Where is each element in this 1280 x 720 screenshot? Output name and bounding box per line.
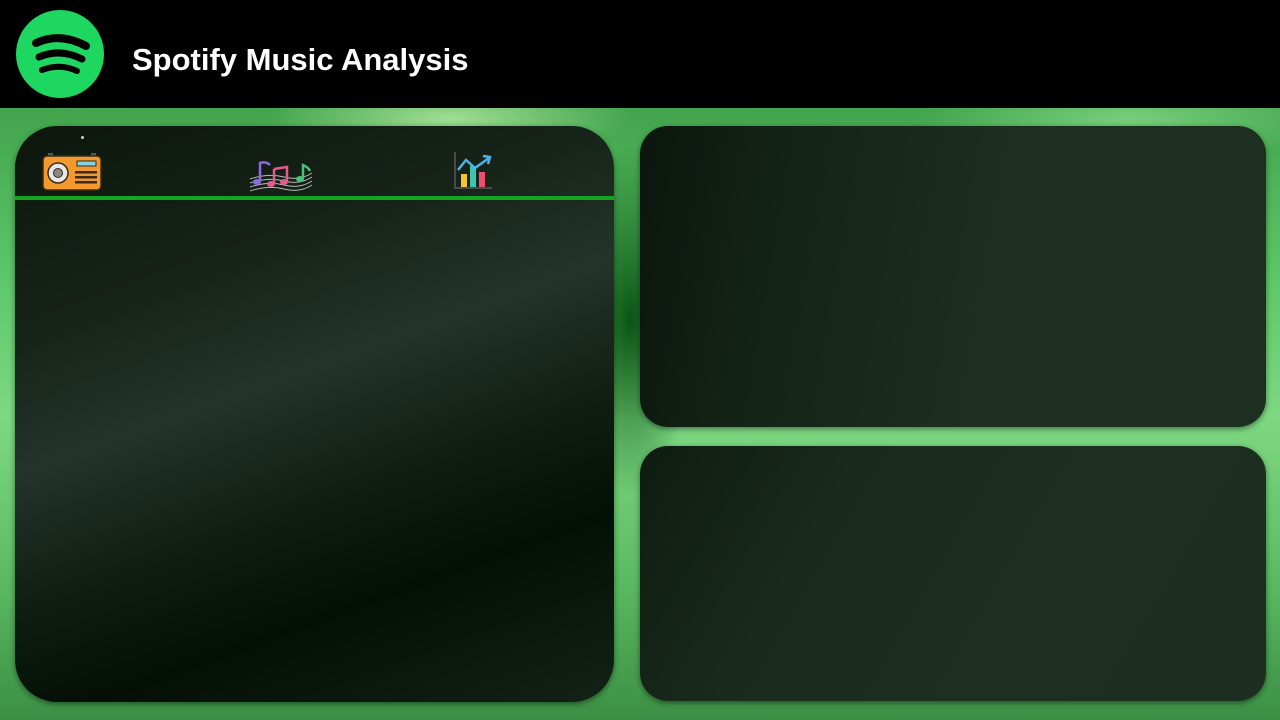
spotify-logo-icon [16,10,104,98]
radio-icon [42,153,102,191]
content-panel-top [640,126,1266,427]
header-bar: Spotify Music Analysis [0,0,1280,108]
content-panel-bottom [640,446,1266,701]
bar-chart-icon [454,152,492,189]
indicator-dot [81,136,84,139]
music-notes-icon [249,161,313,192]
chart-nav-button[interactable] [452,150,494,190]
navigation-panel [15,126,614,702]
nav-divider [15,196,614,200]
radio-nav-button[interactable] [42,153,102,191]
page-title: Spotify Music Analysis [132,42,469,77]
music-nav-button[interactable] [248,157,314,195]
